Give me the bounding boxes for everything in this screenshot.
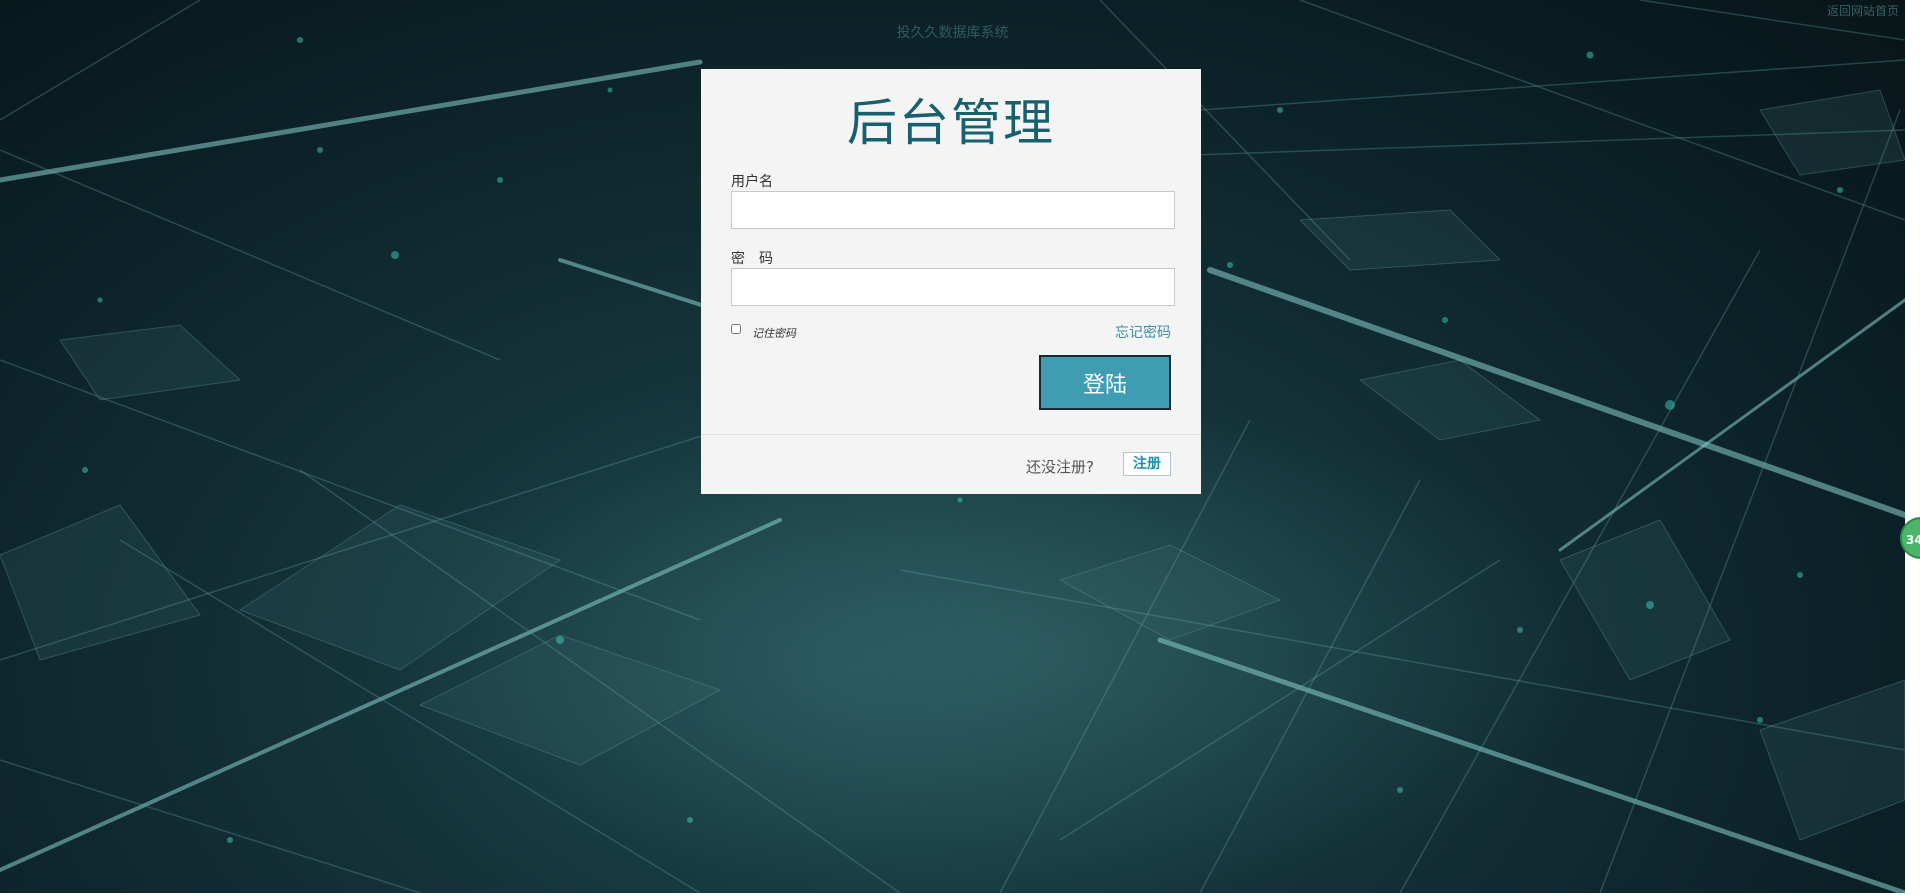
divider [701,434,1201,435]
login-panel: 后台管理 用户名 密 码 记住密码 忘记密码 登陆 还没注册? 注册 [701,69,1201,494]
password-input[interactable] [731,268,1175,306]
username-label: 用户名 [731,174,773,190]
login-button[interactable]: 登陆 [1039,355,1171,410]
scrollbar-track[interactable] [1905,0,1920,895]
remember-password-label: 记住密码 [752,327,796,340]
back-home-link[interactable]: 返回网站首页 [1827,2,1899,19]
forgot-password-link[interactable]: 忘记密码 [1115,322,1171,342]
site-title: 投久久数据库系统 [896,25,1009,41]
background: 投久久数据库系统 返回网站首页 后台管理 用户名 密 码 记住密码 忘记密码 登… [0,0,1905,893]
password-label: 密 码 [731,251,773,267]
page-title: 后台管理 [847,94,1055,152]
remember-password-checkbox[interactable] [731,324,741,334]
not-registered-text: 还没注册? [1026,458,1094,476]
register-button[interactable]: 注册 [1123,452,1171,476]
username-input[interactable] [731,191,1175,229]
